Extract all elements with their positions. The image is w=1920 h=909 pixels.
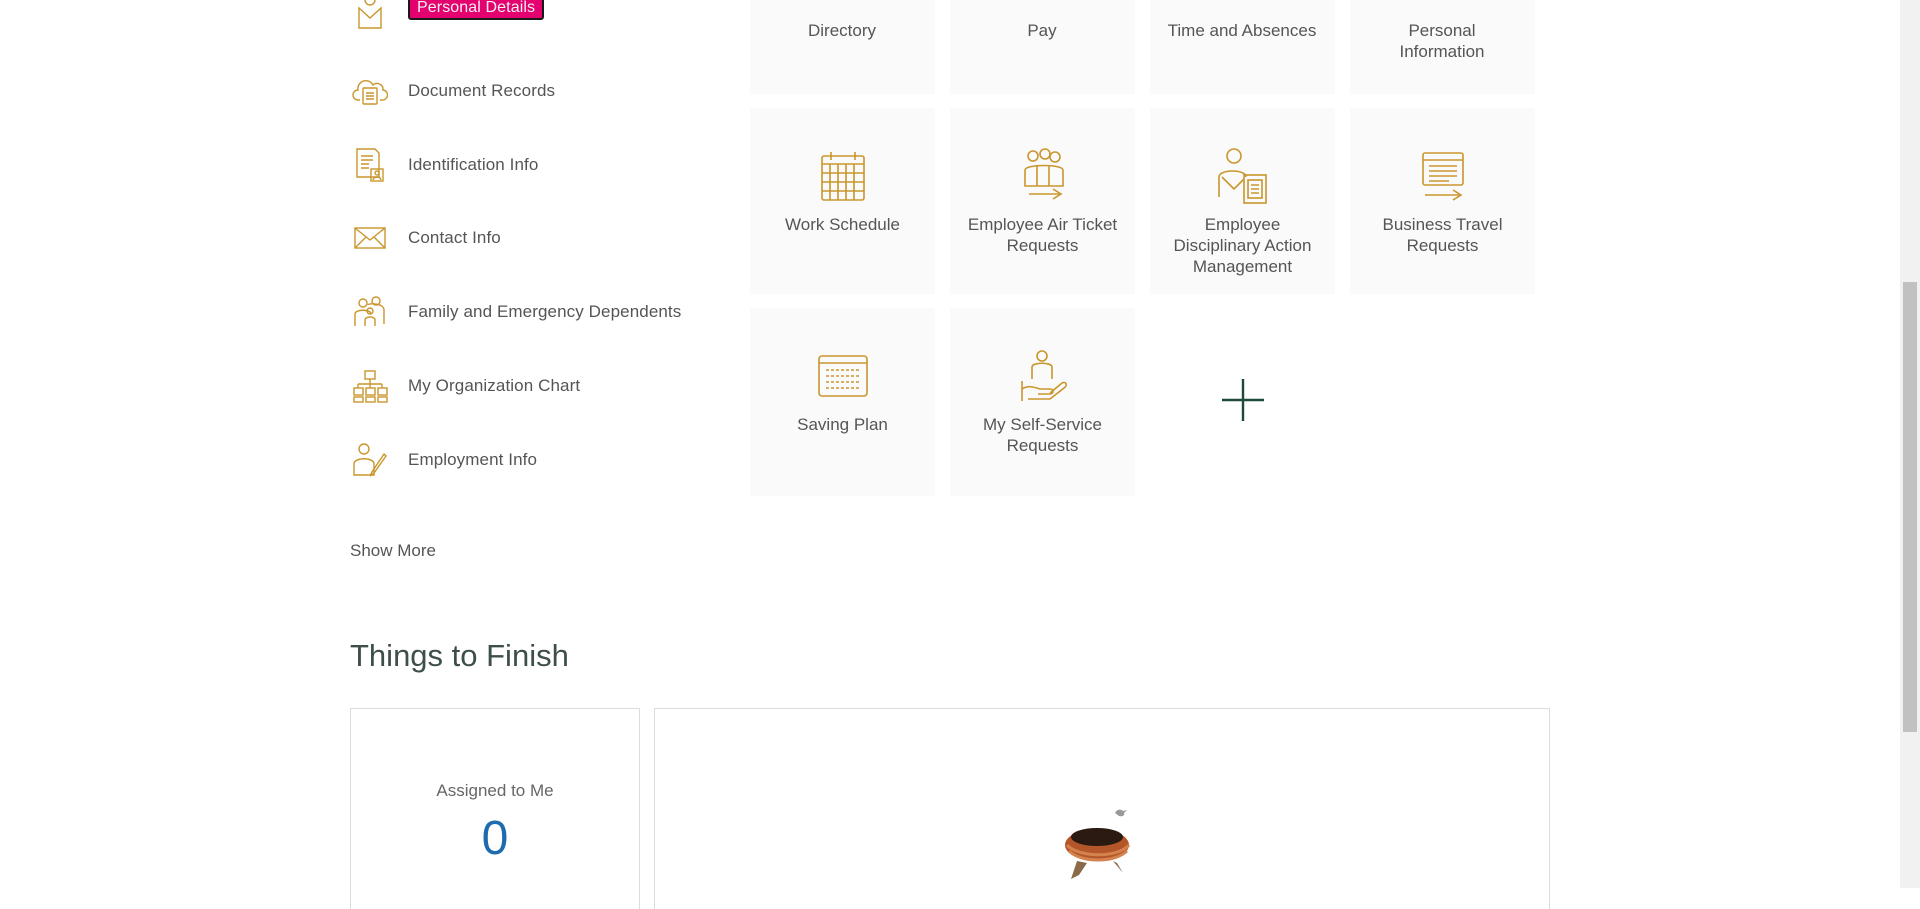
quick-action-label: Employment Info bbox=[408, 450, 538, 469]
app-tile-pay[interactable]: Pay bbox=[950, 0, 1135, 94]
tasks-empty-panel bbox=[654, 708, 1550, 909]
quick-action-employment-info[interactable]: Employment Info bbox=[350, 438, 730, 482]
app-tile-label: Business Travel Requests bbox=[1382, 215, 1503, 255]
app-tile-personal-information[interactable]: Personal Information bbox=[1350, 0, 1535, 94]
plus-icon bbox=[1220, 377, 1266, 428]
family-icon bbox=[350, 292, 390, 332]
quick-action-label: My Organization Chart bbox=[408, 376, 581, 395]
show-more-link[interactable]: Show More bbox=[350, 541, 436, 561]
org-chart-icon bbox=[350, 366, 390, 406]
person-pen-icon bbox=[350, 440, 390, 480]
app-tile-label: Work Schedule bbox=[785, 215, 900, 234]
scrollbar-thumb[interactable] bbox=[1903, 282, 1917, 732]
id-card-icon bbox=[350, 145, 390, 185]
empty-nest-icon bbox=[1057, 805, 1141, 894]
app-tile-disciplinary-action[interactable]: Employee Disciplinary Action Management bbox=[1150, 108, 1335, 294]
quick-action-contact-info[interactable]: Contact Info bbox=[350, 216, 730, 260]
app-tile-label: Employee Disciplinary Action Management bbox=[1173, 215, 1312, 276]
app-tile-saving-plan[interactable]: Saving Plan bbox=[750, 308, 935, 496]
assigned-to-me-card[interactable]: Assigned to Me 0 bbox=[350, 708, 640, 909]
app-tile-label: Employee Air Ticket Requests bbox=[967, 215, 1118, 255]
app-tile-self-service-requests[interactable]: My Self-Service Requests bbox=[950, 308, 1135, 496]
app-tile-work-schedule[interactable]: Work Schedule bbox=[750, 108, 935, 294]
assigned-to-me-label: Assigned to Me bbox=[436, 781, 554, 800]
app-tile-label: Saving Plan bbox=[797, 415, 888, 434]
quick-action-org-chart[interactable]: My Organization Chart bbox=[350, 364, 730, 408]
person-document-icon bbox=[1211, 144, 1275, 208]
quick-action-personal-details[interactable]: Personal Details bbox=[350, 0, 730, 34]
quick-action-label: Family and Emergency Dependents bbox=[408, 302, 682, 321]
app-tile-air-ticket[interactable]: Employee Air Ticket Requests bbox=[950, 108, 1135, 294]
quick-action-label: Identification Info bbox=[408, 155, 539, 174]
quick-action-family-dependents[interactable]: Family and Emergency Dependents bbox=[350, 290, 730, 334]
quick-action-label: Contact Info bbox=[408, 228, 501, 247]
person-hand-icon bbox=[1011, 344, 1075, 408]
quick-action-document-records[interactable]: Document Records bbox=[350, 69, 730, 113]
app-tile-label: Pay bbox=[1027, 21, 1057, 40]
app-tile-directory[interactable]: Directory bbox=[750, 0, 935, 94]
calendar-icon bbox=[811, 144, 875, 208]
list-arrow-icon bbox=[1411, 144, 1475, 208]
assigned-count: 0 bbox=[481, 812, 509, 865]
quick-action-label: Document Records bbox=[408, 81, 556, 100]
quick-action-identification-info[interactable]: Identification Info bbox=[350, 143, 730, 187]
ledger-icon bbox=[811, 344, 875, 408]
app-tile-label: Directory bbox=[807, 21, 876, 40]
app-tile-label: Personal Information bbox=[1399, 21, 1485, 61]
app-tile-label: Time and Absences bbox=[1167, 21, 1317, 40]
vertical-scrollbar[interactable] bbox=[1900, 0, 1920, 888]
app-tile-label: My Self-Service Requests bbox=[982, 415, 1103, 455]
envelope-icon bbox=[350, 218, 390, 258]
cloud-document-icon bbox=[350, 71, 390, 111]
person-icon bbox=[350, 0, 390, 32]
app-tile-business-travel[interactable]: Business Travel Requests bbox=[1350, 108, 1535, 294]
group-arrow-icon bbox=[1011, 144, 1075, 208]
add-app-button[interactable] bbox=[1150, 307, 1335, 497]
app-tile-time-absences[interactable]: Time and Absences bbox=[1150, 0, 1335, 94]
quick-action-label: Personal Details bbox=[408, 0, 545, 20]
things-to-finish-title: Things to Finish bbox=[350, 638, 569, 673]
